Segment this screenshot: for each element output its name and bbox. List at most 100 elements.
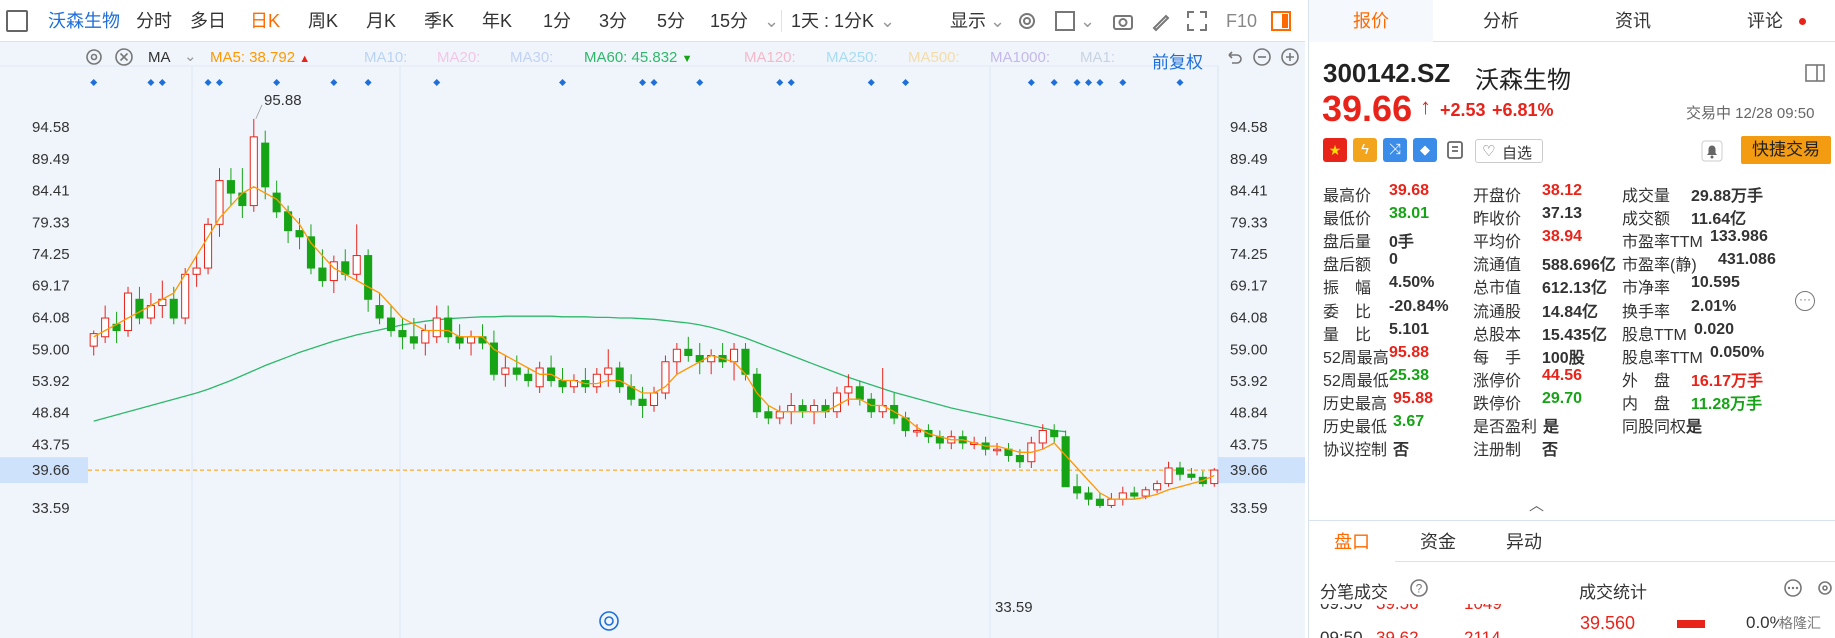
display-menu[interactable]: 显示 bbox=[950, 0, 986, 42]
period-tab-zhouk[interactable]: 周K bbox=[308, 0, 338, 42]
collapse-chevron-icon[interactable]: ︿ bbox=[1529, 494, 1544, 515]
subtab-yidong[interactable]: 异动 bbox=[1481, 521, 1567, 563]
tick-row: 09:50 39.62 2114 bbox=[1309, 628, 1569, 638]
market-cap-more-icon[interactable]: ··· bbox=[1795, 291, 1815, 311]
alert-bell-icon[interactable] bbox=[1701, 140, 1723, 162]
fuquan-button[interactable]: 前复权 bbox=[1152, 48, 1203, 73]
more-options-icon[interactable] bbox=[1783, 578, 1803, 598]
f10-button[interactable]: F10 bbox=[1226, 0, 1257, 42]
candle-body bbox=[181, 273, 190, 319]
zoom-in-icon[interactable] bbox=[1280, 47, 1300, 67]
stat-value: 588.696亿 bbox=[1542, 257, 1616, 275]
stat-label: 流通值 bbox=[1473, 257, 1522, 275]
period-tab-niank[interactable]: 年K bbox=[482, 0, 512, 42]
ma5-up-arrow-icon: ▲ bbox=[299, 53, 311, 65]
period-tab-rik[interactable]: 日K bbox=[250, 0, 280, 42]
tab-zixun[interactable]: 资讯 bbox=[1571, 0, 1695, 42]
stock-name-title[interactable]: 沃森生物 bbox=[48, 0, 120, 42]
event-marker-icon bbox=[364, 79, 372, 86]
help-icon[interactable]: ? bbox=[1409, 578, 1429, 598]
tick-time: 09:50 bbox=[1320, 604, 1363, 614]
stat-label: 52周最低 bbox=[1323, 372, 1389, 390]
tab-baojia[interactable]: 报价 bbox=[1309, 0, 1433, 42]
zoom-out-icon[interactable] bbox=[1252, 47, 1272, 67]
y-tick-left: 53.92 bbox=[32, 373, 70, 390]
period-tab-3min[interactable]: 3分 bbox=[599, 0, 627, 42]
ma10-value: MA10: bbox=[364, 49, 408, 66]
sidebar-toggle-icon[interactable] bbox=[6, 10, 28, 32]
period-tab-1min[interactable]: 1分 bbox=[543, 0, 571, 42]
tick-up-icon: ▲ bbox=[1506, 604, 1517, 606]
tag-icon[interactable]: ◆ bbox=[1413, 138, 1437, 162]
candle-body bbox=[1038, 429, 1047, 444]
candle-body bbox=[432, 317, 441, 338]
undo-icon[interactable] bbox=[1224, 47, 1244, 67]
candle-body bbox=[535, 367, 544, 388]
tab-fenxi[interactable]: 分析 bbox=[1439, 0, 1563, 42]
panel-layout-icon[interactable] bbox=[1805, 64, 1825, 82]
candle-body bbox=[364, 255, 373, 300]
pen-draw-icon[interactable] bbox=[1150, 10, 1172, 32]
high-price-label: 95.88 bbox=[264, 92, 302, 109]
period-tab-duori[interactable]: 多日 bbox=[190, 0, 226, 42]
tick-section-title: 分笔成交 bbox=[1320, 583, 1388, 602]
y-tick-right: 94.58 bbox=[1230, 119, 1268, 136]
period-tab-jik[interactable]: 季K bbox=[424, 0, 454, 42]
quick-trade-button[interactable]: 快捷交易 bbox=[1741, 136, 1831, 164]
tab-pinglun[interactable]: 评论 bbox=[1703, 0, 1827, 42]
bookmark-icon[interactable] bbox=[1445, 140, 1465, 160]
event-marker-icon bbox=[559, 79, 567, 86]
candle-body bbox=[1095, 498, 1104, 506]
stat-label: 股息率TTM bbox=[1622, 349, 1703, 367]
stat-label: 历史最高 bbox=[1323, 395, 1388, 413]
candle-body bbox=[615, 367, 624, 388]
subtab-pankou[interactable]: 盘口 bbox=[1309, 521, 1395, 563]
tick-list: 09:50 39.56 1049 ▲ 09:50 39.62 2114 39.5… bbox=[1309, 604, 1835, 638]
event-marker-icon bbox=[433, 79, 441, 86]
stat-value: 3.67 bbox=[1393, 413, 1425, 430]
at-marker-icon[interactable] bbox=[598, 610, 620, 632]
candle-body bbox=[386, 317, 396, 332]
candle-body bbox=[318, 267, 327, 282]
ma-select-chevron-icon[interactable]: ⌄ bbox=[184, 47, 197, 65]
settings-gear-icon[interactable] bbox=[1016, 10, 1038, 32]
china-flag-icon[interactable]: ★ bbox=[1323, 138, 1347, 162]
period-tab-fenshi[interactable]: 分时 bbox=[136, 0, 172, 42]
stat-label: 市盈率TTM bbox=[1622, 234, 1703, 252]
tick-price: 39.56 bbox=[1376, 604, 1419, 614]
stat-label: 52周最高 bbox=[1323, 349, 1389, 367]
candle-body bbox=[741, 348, 750, 375]
kline-chart[interactable]: 94.58 94.58 89.49 89.49 84.41 84.41 79.33 79.33… bbox=[0, 42, 1305, 638]
settings-small-icon[interactable] bbox=[1815, 578, 1835, 598]
ma20-value: MA20: bbox=[437, 49, 481, 66]
candle-body bbox=[306, 236, 316, 269]
stat-value: 否 bbox=[1542, 442, 1559, 460]
stat-value: 11.28万手 bbox=[1691, 395, 1763, 413]
shuffle-icon[interactable]: ⤨ bbox=[1383, 138, 1407, 162]
ma-settings-gear-icon[interactable] bbox=[84, 47, 104, 67]
period-more-chevron-icon[interactable]: ⌄ bbox=[764, 0, 779, 42]
price-change: +2.53 bbox=[1440, 100, 1486, 120]
layout-chevron-icon[interactable]: ⌄ bbox=[1080, 0, 1095, 42]
subtab-zijin[interactable]: 资金 bbox=[1395, 521, 1481, 563]
square-layout-icon[interactable] bbox=[1054, 10, 1076, 32]
ma5-value: MA5: 38.792 ▲ bbox=[210, 49, 311, 66]
stat-label: 流通股 bbox=[1473, 303, 1522, 321]
interval-chevron-icon[interactable]: ⌄ bbox=[880, 0, 895, 42]
period-tab-yuek[interactable]: 月K bbox=[366, 0, 396, 42]
candle-body bbox=[1153, 483, 1162, 491]
fullscreen-icon[interactable] bbox=[1186, 10, 1208, 32]
lightning-icon[interactable]: ϟ bbox=[1353, 138, 1377, 162]
interval-select[interactable]: 1天 : 1分K bbox=[791, 0, 874, 42]
ma-select[interactable]: MA bbox=[148, 49, 171, 66]
candle-body bbox=[592, 373, 601, 388]
camera-icon[interactable] bbox=[1112, 10, 1134, 32]
period-tab-5min[interactable]: 5分 bbox=[657, 0, 685, 42]
display-chevron-icon[interactable]: ⌄ bbox=[990, 0, 1005, 42]
period-tab-15min[interactable]: 15分 bbox=[710, 0, 748, 42]
panel-toggle-icon[interactable] bbox=[1270, 10, 1292, 32]
watchlist-button[interactable]: ♡ 自选 bbox=[1475, 139, 1543, 163]
stat-label: 盘后量 bbox=[1323, 234, 1372, 252]
ma-close-icon[interactable] bbox=[114, 47, 134, 67]
y-tick-right: 33.59 bbox=[1230, 500, 1268, 517]
